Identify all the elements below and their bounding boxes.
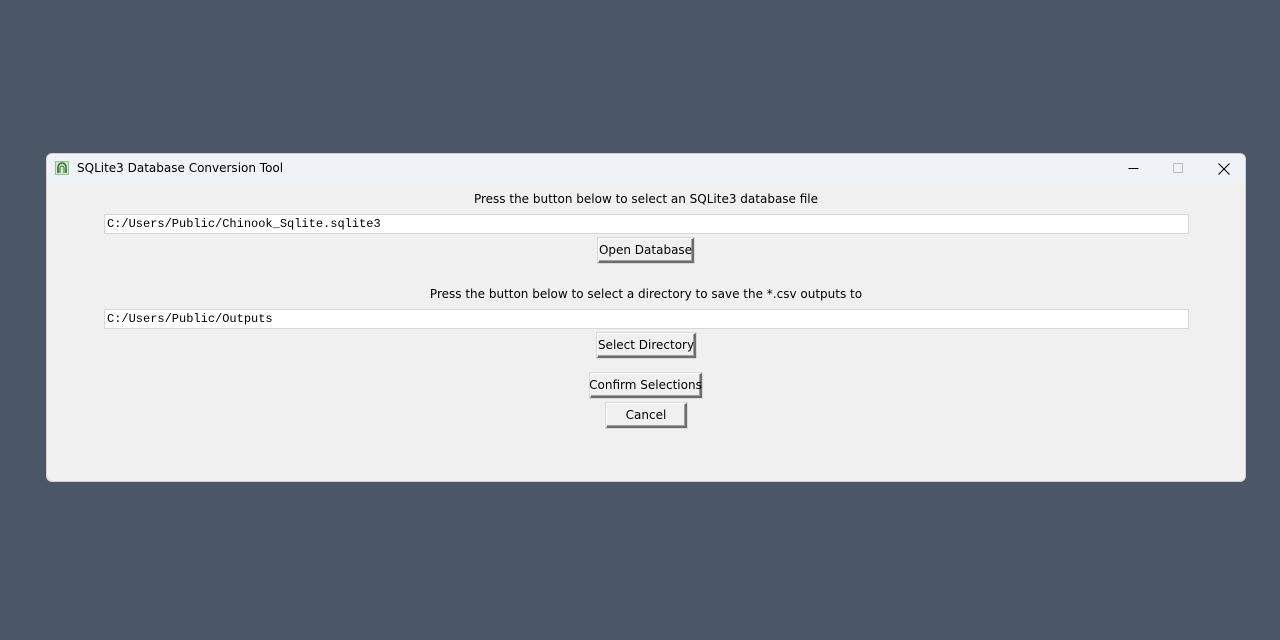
app-feather-icon — [55, 161, 69, 175]
title-bar[interactable]: SQLite3 Database Conversion Tool — [47, 154, 1245, 183]
maximize-button[interactable] — [1155, 154, 1201, 183]
app-window: SQLite3 Database Conversion Tool Press t… — [46, 153, 1246, 482]
minimize-button[interactable] — [1110, 154, 1156, 183]
output-prompt-label: Press the button below to select a direc… — [429, 287, 863, 301]
window-title: SQLite3 Database Conversion Tool — [77, 161, 284, 175]
database-prompt-label: Press the button below to select an SQLi… — [473, 192, 819, 206]
close-button[interactable] — [1201, 154, 1245, 183]
database-path-field[interactable]: C:/Users/Public/Chinook_Sqlite.sqlite3 — [104, 214, 1189, 234]
select-directory-button[interactable]: Select Directory — [597, 333, 696, 358]
open-database-button[interactable]: Open Database — [598, 238, 694, 263]
minimize-icon — [1128, 168, 1138, 169]
cancel-button[interactable]: Cancel — [606, 403, 687, 428]
confirm-selections-button[interactable]: Confirm Selections — [589, 373, 702, 398]
close-icon — [1218, 162, 1230, 175]
maximize-icon — [1172, 163, 1183, 173]
output-directory-field[interactable]: C:/Users/Public/Outputs — [104, 309, 1189, 329]
